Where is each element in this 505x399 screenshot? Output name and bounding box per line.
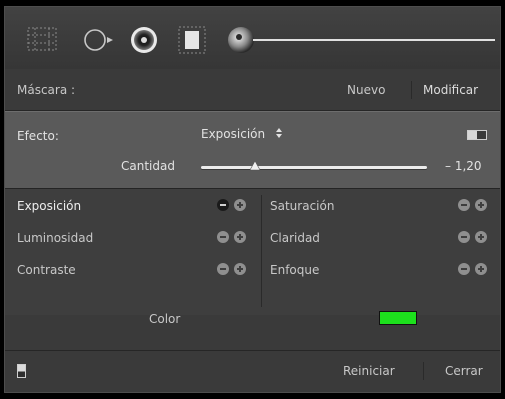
decrease-icon[interactable] [217, 231, 229, 243]
increase-icon[interactable] [234, 199, 246, 211]
tool-strip [5, 7, 500, 70]
increase-icon[interactable] [475, 231, 487, 243]
adjustment-row-contrast: Contraste [5, 253, 261, 285]
decrease-icon[interactable] [217, 199, 229, 211]
increase-icon[interactable] [475, 263, 487, 275]
adjustment-row-clarity: Claridad [262, 221, 500, 253]
adjustment-label: Contraste [17, 263, 76, 277]
color-swatch[interactable] [379, 311, 417, 325]
effect-select-value: Exposición [201, 127, 266, 141]
close-button[interactable]: Cerrar [445, 364, 483, 378]
adjustment-label: Luminosidad [17, 231, 94, 245]
spot-removal-icon[interactable] [129, 25, 159, 55]
adjustment-label: Exposición [17, 199, 82, 213]
graduated-filter-icon[interactable] [27, 27, 57, 51]
divider [411, 81, 412, 99]
new-mask-button[interactable]: Nuevo [347, 83, 385, 97]
decrease-icon[interactable] [458, 199, 470, 211]
increase-icon[interactable] [475, 199, 487, 211]
radial-filter-icon[interactable] [83, 27, 115, 53]
reset-button[interactable]: Reiniciar [343, 364, 395, 378]
adjustment-brush-panel: Máscara : Nuevo Modificar Efecto: Exposi… [4, 6, 501, 393]
brush-icon[interactable] [227, 25, 497, 55]
panel-toggle-icon[interactable] [467, 130, 487, 140]
effect-select[interactable]: Exposición [201, 127, 283, 145]
adjustments-grid: Exposición Luminosidad Contraste Saturac… [5, 189, 500, 315]
select-arrows-icon [275, 127, 283, 142]
color-label: Color [149, 312, 181, 326]
increase-icon[interactable] [234, 263, 246, 275]
divider [423, 362, 424, 380]
amount-slider-track [201, 166, 427, 169]
decrease-icon[interactable] [217, 263, 229, 275]
amount-value: – 1,20 [445, 159, 482, 173]
adjustment-row-brightness: Luminosidad [5, 221, 261, 253]
effect-row: Efecto: Exposición Cantidad – 1,20 [5, 111, 500, 189]
adjustment-row-exposure: Exposición [5, 189, 261, 221]
amount-slider-thumb[interactable] [249, 160, 261, 171]
adjustment-row-saturation: Saturación [262, 189, 500, 221]
footer-row: Reiniciar Cerrar [5, 351, 500, 392]
mask-row: Máscara : Nuevo Modificar [5, 69, 500, 111]
adjustment-label: Saturación [270, 199, 335, 213]
adjustment-label: Enfoque [270, 263, 320, 277]
mask-label: Máscara : [17, 83, 76, 97]
red-eye-icon[interactable] [177, 25, 207, 55]
decrease-icon[interactable] [458, 263, 470, 275]
amount-slider[interactable] [201, 158, 427, 178]
amount-label: Cantidad [121, 159, 175, 173]
increase-icon[interactable] [234, 231, 246, 243]
adjustment-row-sharpness: Enfoque [262, 253, 500, 285]
effect-label: Efecto: [17, 129, 59, 143]
color-row: Color [5, 311, 500, 351]
adjustment-label: Claridad [270, 231, 320, 245]
show-mask-toggle-icon[interactable] [17, 364, 26, 378]
decrease-icon[interactable] [458, 231, 470, 243]
edit-mask-button[interactable]: Modificar [423, 83, 478, 97]
